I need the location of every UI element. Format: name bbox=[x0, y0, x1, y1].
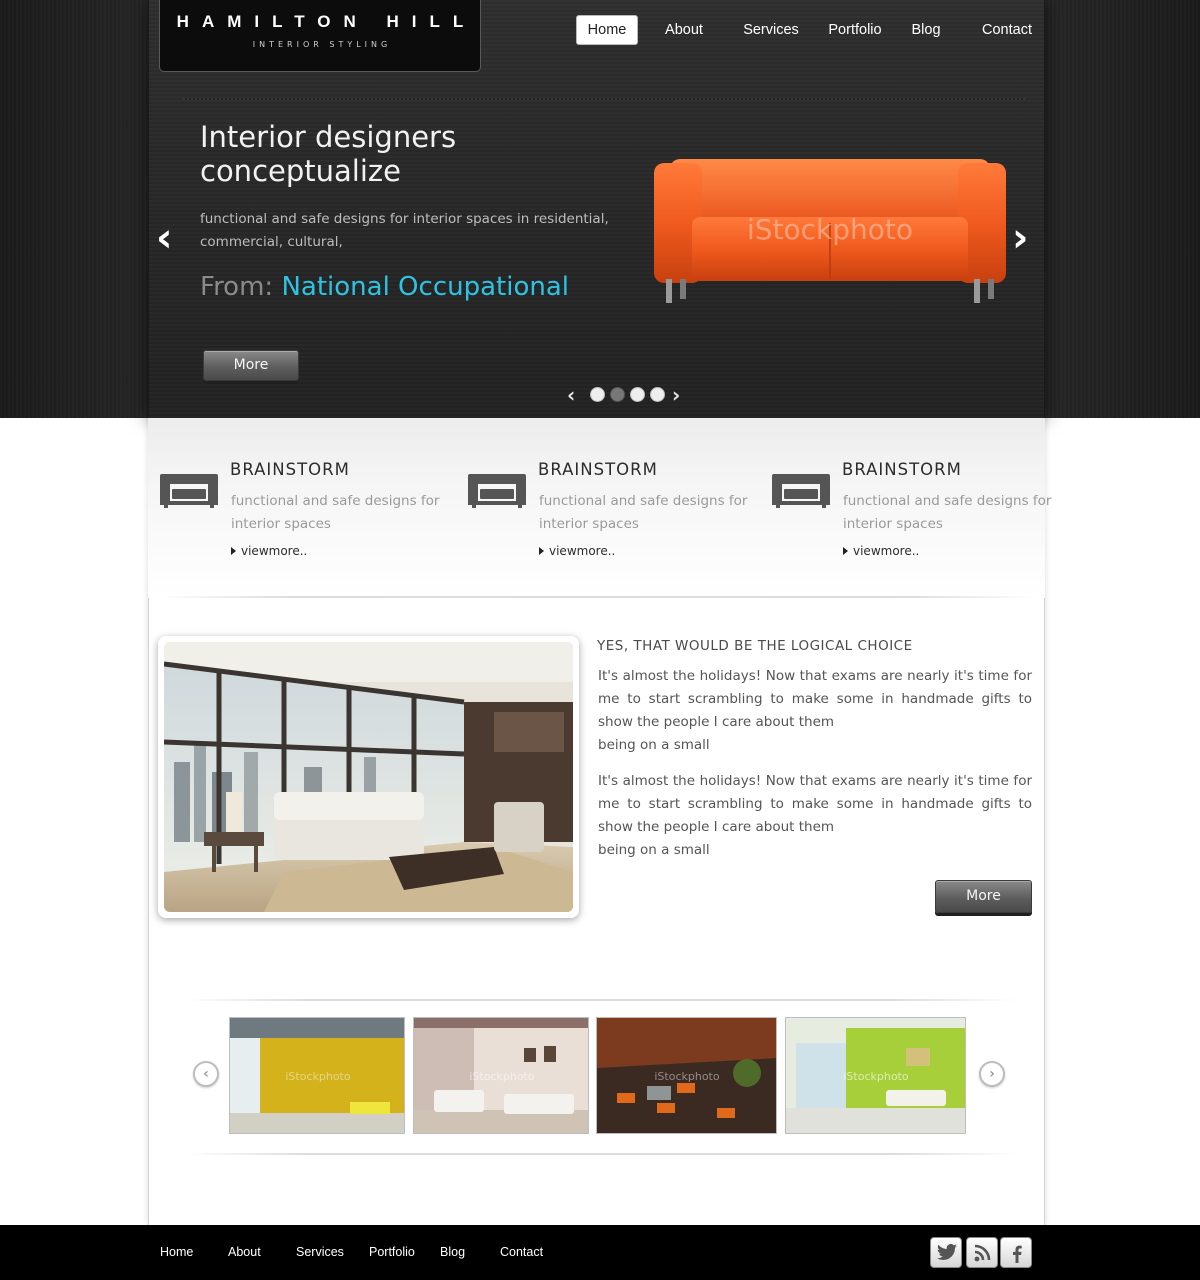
hero-divider bbox=[183, 98, 1025, 100]
article-paragraph-body: It's almost the holidays! Now that exams… bbox=[598, 668, 1032, 730]
gallery-image: iStockphoto bbox=[786, 1018, 965, 1133]
logo-title: HAMILTON HILL bbox=[176, 12, 477, 31]
slide-dot-active[interactable] bbox=[610, 387, 625, 402]
feature-viewmore-link[interactable]: viewmore.. bbox=[231, 544, 307, 558]
gallery-divider-bottom bbox=[183, 1153, 1018, 1155]
feature-viewmore-link[interactable]: viewmore.. bbox=[539, 544, 615, 558]
twitter-icon[interactable] bbox=[930, 1237, 962, 1268]
gallery-image: iStockphoto bbox=[230, 1018, 404, 1133]
pagination-prev-icon[interactable]: ‹ bbox=[567, 383, 575, 407]
gallery-thumbnail[interactable]: iStockphoto bbox=[229, 1017, 405, 1134]
gallery-thumbnail[interactable]: iStockphoto bbox=[413, 1017, 589, 1134]
footer-link-contact[interactable]: Contact bbox=[500, 1245, 543, 1259]
pagination-next-icon[interactable]: › bbox=[672, 383, 680, 407]
watermark-text: iStockphoto bbox=[843, 1070, 908, 1083]
nav-blog[interactable]: Blog bbox=[910, 15, 942, 45]
gallery-thumbnail[interactable]: iStockphoto bbox=[785, 1017, 966, 1134]
article-paragraph-tail: being on a small bbox=[598, 737, 710, 753]
feature-title: BRAINSTORM bbox=[842, 460, 962, 479]
watermark-text: iStockphoto bbox=[285, 1070, 350, 1083]
feature-text: functional and safe designs for interior… bbox=[539, 493, 748, 532]
slide-dot[interactable] bbox=[650, 387, 665, 402]
hero-description: functional and safe designs for interior… bbox=[200, 211, 609, 250]
hero-sofa-image: iStockphoto bbox=[654, 159, 1006, 303]
hero-source: From: National Occupational bbox=[200, 272, 569, 302]
article-paragraph-body: It's almost the holidays! Now that exams… bbox=[598, 773, 1032, 835]
article-more-button[interactable]: More bbox=[935, 880, 1032, 913]
slide-dot[interactable] bbox=[630, 387, 645, 402]
footer-link-home[interactable]: Home bbox=[160, 1245, 193, 1259]
chevron-left-icon[interactable]: ‹ bbox=[156, 218, 172, 258]
slide-dot[interactable] bbox=[590, 387, 605, 402]
sofa-icon bbox=[160, 474, 218, 508]
hero-more-button[interactable]: More bbox=[203, 350, 299, 381]
gallery-image: iStockphoto bbox=[414, 1018, 588, 1133]
watermark-text: iStockphoto bbox=[747, 213, 913, 246]
article-photo-frame bbox=[158, 636, 579, 918]
nav-about[interactable]: About bbox=[660, 15, 708, 45]
facebook-glyph bbox=[1013, 1245, 1022, 1263]
feature-title: BRAINSTORM bbox=[230, 460, 350, 479]
rss-icon[interactable] bbox=[966, 1237, 998, 1268]
feature-viewmore-link[interactable]: viewmore.. bbox=[843, 544, 919, 558]
gallery-thumbnail[interactable]: iStockphoto bbox=[596, 1017, 777, 1134]
feature-title: BRAINSTORM bbox=[538, 460, 658, 479]
site-logo[interactable]: HAMILTON HILL INTERIOR STYLING bbox=[159, 0, 481, 72]
circle-chevron-right-icon[interactable]: › bbox=[979, 1061, 1005, 1087]
sofa-icon bbox=[468, 474, 526, 508]
footer-link-about[interactable]: About bbox=[228, 1245, 261, 1259]
article-paragraph-tail: being on a small bbox=[598, 842, 710, 858]
watermark-text: iStockphoto bbox=[654, 1070, 719, 1083]
hero-title: Interior designers conceptualize bbox=[200, 120, 457, 188]
article-photo bbox=[164, 642, 573, 912]
watermark-text: iStockphoto bbox=[469, 1070, 534, 1083]
nav-contact[interactable]: Contact bbox=[980, 15, 1034, 45]
footer-link-blog[interactable]: Blog bbox=[440, 1245, 465, 1259]
footer-link-services[interactable]: Services bbox=[296, 1245, 344, 1259]
hero-source-label: From: bbox=[200, 272, 274, 302]
feature-card: BRAINSTORM functional and safe designs f… bbox=[468, 460, 748, 570]
gallery-image: iStockphoto bbox=[597, 1018, 776, 1133]
chevron-right-icon[interactable]: › bbox=[1012, 218, 1028, 258]
feature-card: BRAINSTORM functional and safe designs f… bbox=[160, 460, 440, 570]
feature-text: functional and safe designs for interior… bbox=[231, 493, 440, 532]
nav-services[interactable]: Services bbox=[742, 15, 800, 45]
logo-tagline: INTERIOR STYLING bbox=[252, 40, 392, 49]
gallery-divider-top bbox=[183, 999, 1018, 1001]
hero-source-value[interactable]: National Occupational bbox=[281, 272, 569, 302]
section-divider bbox=[158, 596, 1038, 598]
circle-chevron-left-icon[interactable]: ‹ bbox=[193, 1061, 219, 1087]
feature-card: BRAINSTORM functional and safe designs f… bbox=[772, 460, 1052, 570]
article-title: YES, THAT WOULD BE THE LOGICAL CHOICE bbox=[597, 638, 913, 654]
facebook-icon[interactable] bbox=[1000, 1237, 1032, 1268]
feature-text: functional and safe designs for interior… bbox=[843, 493, 1052, 532]
footer-link-portfolio[interactable]: Portfolio bbox=[369, 1245, 415, 1259]
sofa-icon bbox=[772, 474, 830, 508]
nav-home[interactable]: Home bbox=[576, 15, 638, 45]
article-paragraph: It's almost the holidays! Now that exams… bbox=[598, 770, 1032, 862]
nav-portfolio[interactable]: Portfolio bbox=[828, 15, 882, 45]
rss-glyph bbox=[974, 1244, 991, 1262]
article-paragraph: It's almost the holidays! Now that exams… bbox=[598, 665, 1032, 757]
twitter-glyph bbox=[937, 1243, 957, 1261]
